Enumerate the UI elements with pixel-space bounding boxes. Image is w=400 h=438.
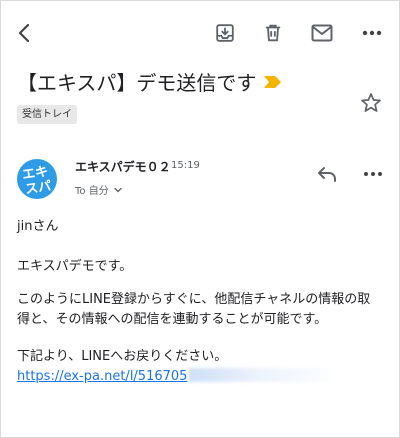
body-paragraph-2-line-2: 得と、その情報への配信を連動することが可能です。: [17, 312, 328, 327]
email-subject: 【エキスパ】デモ送信です: [17, 71, 257, 95]
mail-icon: [311, 24, 333, 42]
more-horizontal-icon: [362, 30, 382, 36]
recipient-text: To 自分: [75, 186, 109, 197]
chevron-down-icon: [114, 187, 122, 192]
body-paragraph-3: 下記より、LINEへお戻りください。 https://ex-pa.net/l/5…: [17, 347, 387, 387]
email-view-screen: { "toolbar": { "back_icon": "chevron-lef…: [0, 0, 400, 438]
recipient-details-toggle[interactable]: To 自分: [75, 182, 124, 197]
body-paragraph-2: このようにLINE登録からすぐに、他配信チャネルの情報の取 得と、その情報への配…: [17, 290, 387, 330]
archive-icon: [216, 24, 234, 42]
body-line-1: エキスパデモです。: [17, 259, 133, 274]
avatar-text-2: スパ: [24, 179, 52, 197]
message-more-icon[interactable]: [361, 162, 385, 186]
more-options-button[interactable]: [360, 21, 384, 45]
body-paragraph-3-line-1: 下記より、LINEへお戻りください。: [17, 349, 228, 364]
reply-icon[interactable]: [315, 162, 339, 186]
return-link[interactable]: https://ex-pa.net/l/516705: [17, 369, 187, 384]
inbox-label-chip[interactable]: 受信トレイ: [17, 105, 77, 124]
importance-marker-icon[interactable]: [264, 75, 282, 88]
avatar[interactable]: エキ スパ: [17, 159, 57, 199]
delete-button[interactable]: [261, 21, 285, 45]
trash-icon: [265, 24, 281, 42]
subject-row: 【エキスパ】デモ送信です: [17, 67, 377, 96]
archive-button[interactable]: [213, 21, 237, 45]
star-icon[interactable]: [359, 91, 383, 115]
sender-name: エキスパデモ０２: [75, 160, 171, 174]
redacted-link-part: [189, 368, 330, 382]
avatar-logo-icon: エキ スパ: [21, 164, 52, 197]
back-button[interactable]: [13, 21, 37, 45]
body-greeting: jinさん: [17, 219, 59, 234]
mark-unread-button[interactable]: [310, 21, 334, 45]
sent-time: 15:19: [171, 160, 200, 171]
chevron-left-icon: [18, 23, 30, 43]
body-paragraph-2-line-1: このようにLINE登録からすぐに、他配信チャネルの情報の取: [17, 292, 371, 307]
